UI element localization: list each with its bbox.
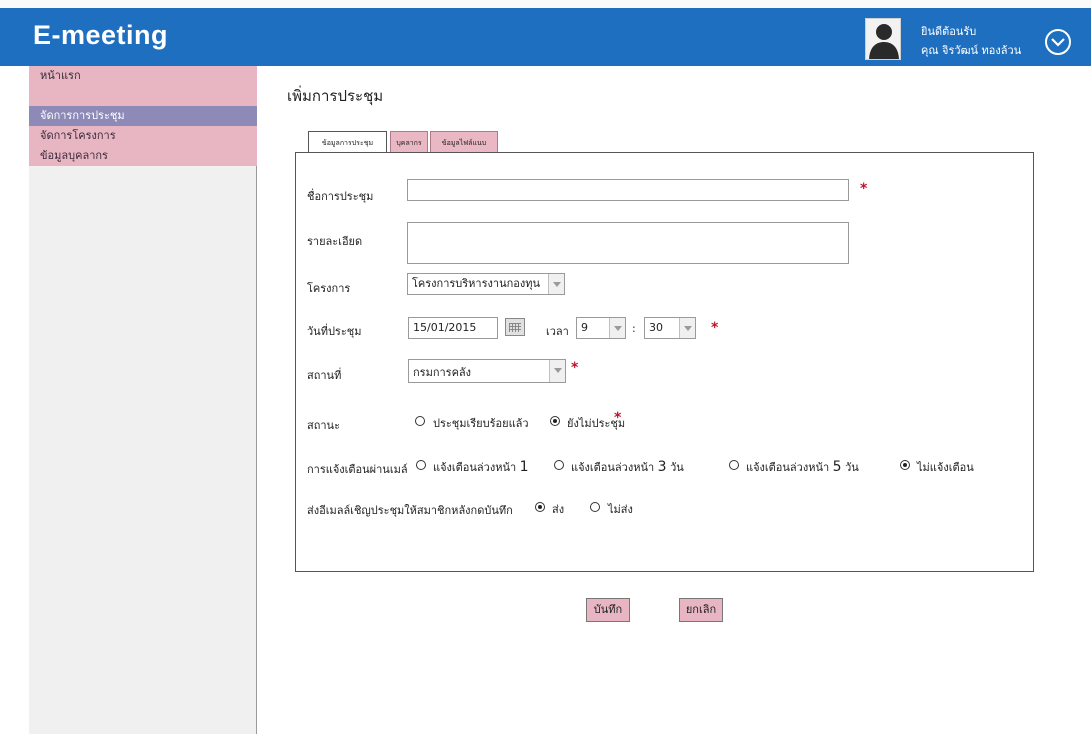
page-title: เพิ่มการประชุม bbox=[287, 87, 384, 105]
top-strip bbox=[0, 0, 1091, 8]
user-silhouette-icon bbox=[869, 24, 899, 59]
date-input[interactable]: 15/01/2015 bbox=[408, 317, 498, 339]
sidebar-item-home[interactable]: หน้าแรก bbox=[29, 66, 257, 86]
sidebar: หน้าแรก จัดการการประชุม จัดการโครงการ ข้… bbox=[29, 66, 257, 734]
time-label: เวลา bbox=[546, 325, 569, 338]
alert-radio-none[interactable] bbox=[900, 460, 910, 470]
send-radio-yes[interactable] bbox=[535, 502, 545, 512]
minute-select-value: 30 bbox=[649, 321, 663, 334]
place-label: สถานที่ bbox=[307, 369, 342, 382]
meeting-name-label: ชื่อการประชุม bbox=[307, 190, 374, 203]
alert-option-5: แจ้งเตือนล่วงหน้า 5 วัน bbox=[746, 459, 859, 475]
alert-option-none: ไม่แจ้งเตือน bbox=[917, 461, 974, 474]
sidebar-item-gap bbox=[29, 86, 257, 106]
required-mark: * bbox=[614, 410, 622, 426]
place-select-value: กรมการคลัง bbox=[413, 366, 472, 379]
send-radio-no[interactable] bbox=[590, 502, 600, 512]
status-radio-pending[interactable] bbox=[550, 416, 560, 426]
user-avatar[interactable] bbox=[865, 18, 901, 60]
tab-attachments[interactable]: ข้อมูลไฟล์แนบ bbox=[430, 131, 498, 153]
tab-meeting-info[interactable]: ข้อมูลการประชุม bbox=[308, 131, 387, 154]
chevron-down-icon[interactable] bbox=[549, 360, 565, 382]
calendar-icon[interactable] bbox=[505, 318, 525, 336]
required-mark: * bbox=[860, 181, 868, 197]
chevron-down-icon[interactable] bbox=[1045, 29, 1071, 55]
tab-personnel[interactable]: บุคลากร bbox=[390, 131, 428, 153]
alert-radio-1[interactable] bbox=[416, 460, 426, 470]
project-select-value: โครงการบริหารงานกองทุน bbox=[412, 277, 540, 290]
meeting-name-input[interactable] bbox=[407, 179, 849, 201]
alert-radio-3[interactable] bbox=[554, 460, 564, 470]
app-title: E-meeting bbox=[33, 20, 169, 50]
time-separator: : bbox=[632, 322, 636, 335]
alert-option-3: แจ้งเตือนล่วงหน้า 3 วัน bbox=[571, 459, 684, 475]
cancel-button[interactable]: ยกเลิก bbox=[679, 598, 723, 622]
chevron-down-icon[interactable] bbox=[548, 274, 564, 294]
required-mark: * bbox=[711, 320, 719, 336]
user-name: คุณ จิรวัฒน์ ทองล้วน bbox=[921, 44, 1022, 57]
send-option-no: ไม่ส่ง bbox=[608, 503, 633, 516]
chevron-down-icon[interactable] bbox=[679, 318, 695, 338]
detail-textarea[interactable] bbox=[407, 222, 849, 264]
sidebar-item-manage-projects[interactable]: จัดการโครงการ bbox=[29, 126, 257, 146]
sidebar-item-personnel[interactable]: ข้อมูลบุคลากร bbox=[29, 146, 257, 166]
send-invite-label: ส่งอีเมลล์เชิญประชุมให้สมาชิกหลังกดบันทึ… bbox=[307, 504, 513, 517]
welcome-text: ยินดีต้อนรับ bbox=[921, 25, 977, 38]
status-option-done: ประชุมเรียบร้อยแล้ว bbox=[433, 417, 529, 430]
status-radio-done[interactable] bbox=[415, 416, 425, 426]
place-select[interactable]: กรมการคลัง bbox=[408, 359, 566, 383]
status-label: สถานะ bbox=[307, 419, 340, 432]
minute-select[interactable]: 30 bbox=[644, 317, 696, 339]
project-select[interactable]: โครงการบริหารงานกองทุน bbox=[407, 273, 565, 295]
sidebar-item-manage-meetings[interactable]: จัดการการประชุม bbox=[29, 106, 257, 126]
required-mark: * bbox=[571, 360, 579, 376]
chevron-down-icon[interactable] bbox=[609, 318, 625, 338]
app-header: E-meeting ยินดีต้อนรับ คุณ จิรวัฒน์ ทองล… bbox=[0, 8, 1091, 66]
email-alert-label: การแจ้งเตือนผ่านเมล์ bbox=[307, 463, 408, 476]
send-option-yes: ส่ง bbox=[552, 503, 565, 516]
date-label: วันที่ประชุม bbox=[307, 325, 362, 338]
alert-radio-5[interactable] bbox=[729, 460, 739, 470]
hour-select-value: 9 bbox=[581, 321, 588, 334]
detail-label: รายละเอียด bbox=[307, 235, 363, 248]
project-label: โครงการ bbox=[307, 282, 351, 295]
hour-select[interactable]: 9 bbox=[576, 317, 626, 339]
save-button[interactable]: บันทึก bbox=[586, 598, 630, 622]
alert-option-1: แจ้งเตือนล่วงหน้า 1 bbox=[433, 459, 529, 475]
